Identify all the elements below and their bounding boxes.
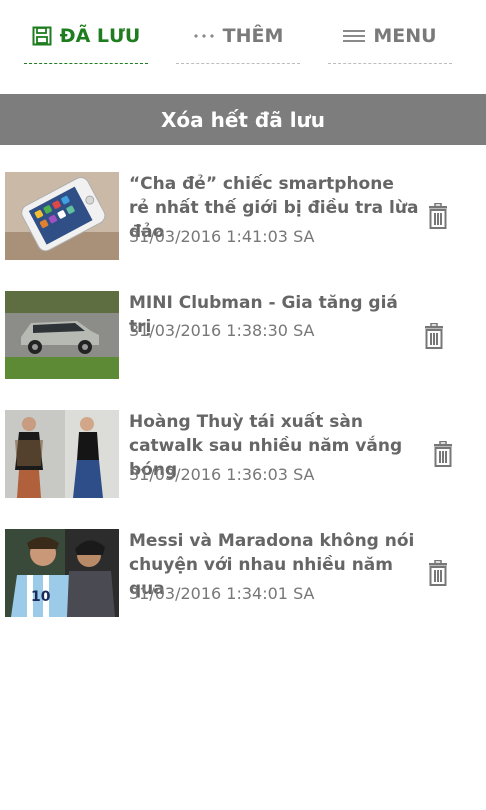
tab-underline xyxy=(24,63,148,64)
football-thumbnail: 10 xyxy=(5,529,119,617)
delete-trash-icon[interactable] xyxy=(432,440,454,467)
models-thumbnail xyxy=(5,410,119,498)
tab-saved-label: ĐÃ LƯU xyxy=(59,25,141,47)
delete-trash-icon[interactable] xyxy=(423,322,445,349)
saved-article-item[interactable]: 10 Messi và Maradona không nói chuyện vớ… xyxy=(0,529,486,619)
tab-underline xyxy=(328,63,452,64)
tab-underline xyxy=(176,63,300,64)
hamburger-icon xyxy=(343,28,366,44)
tab-menu-label: MENU xyxy=(373,25,437,47)
more-dots-icon xyxy=(193,32,215,40)
delete-trash-icon[interactable] xyxy=(427,559,449,586)
tab-menu[interactable]: MENU xyxy=(324,0,456,72)
article-saved-time: 31/03/2016 1:41:03 SA xyxy=(129,227,315,246)
tab-saved[interactable]: ĐÃ LƯU xyxy=(20,0,152,72)
car-thumbnail xyxy=(5,291,119,379)
tab-more[interactable]: THÊM xyxy=(172,0,304,72)
saved-article-item[interactable]: MINI Clubman - Gia tăng giá trị 31/03/20… xyxy=(0,291,486,381)
smartphone-thumbnail xyxy=(5,172,119,260)
saved-article-item[interactable]: Hoàng Thuỳ tái xuất sàn catwalk sau nhiề… xyxy=(0,410,486,500)
article-saved-time: 31/03/2016 1:38:30 SA xyxy=(129,321,315,340)
clear-all-saved-button[interactable]: Xóa hết đã lưu xyxy=(0,94,486,145)
delete-trash-icon[interactable] xyxy=(427,202,449,229)
article-saved-time: 31/03/2016 1:36:03 SA xyxy=(129,465,315,484)
saved-article-item[interactable]: “Cha đẻ” chiếc smartphone rẻ nhất thế gi… xyxy=(0,172,486,262)
top-tab-bar: ĐÃ LƯU THÊM MENU xyxy=(0,0,486,94)
article-saved-time: 31/03/2016 1:34:01 SA xyxy=(129,584,315,603)
svg-text:10: 10 xyxy=(31,589,51,605)
save-icon xyxy=(32,26,52,46)
tab-more-label: THÊM xyxy=(222,25,284,47)
